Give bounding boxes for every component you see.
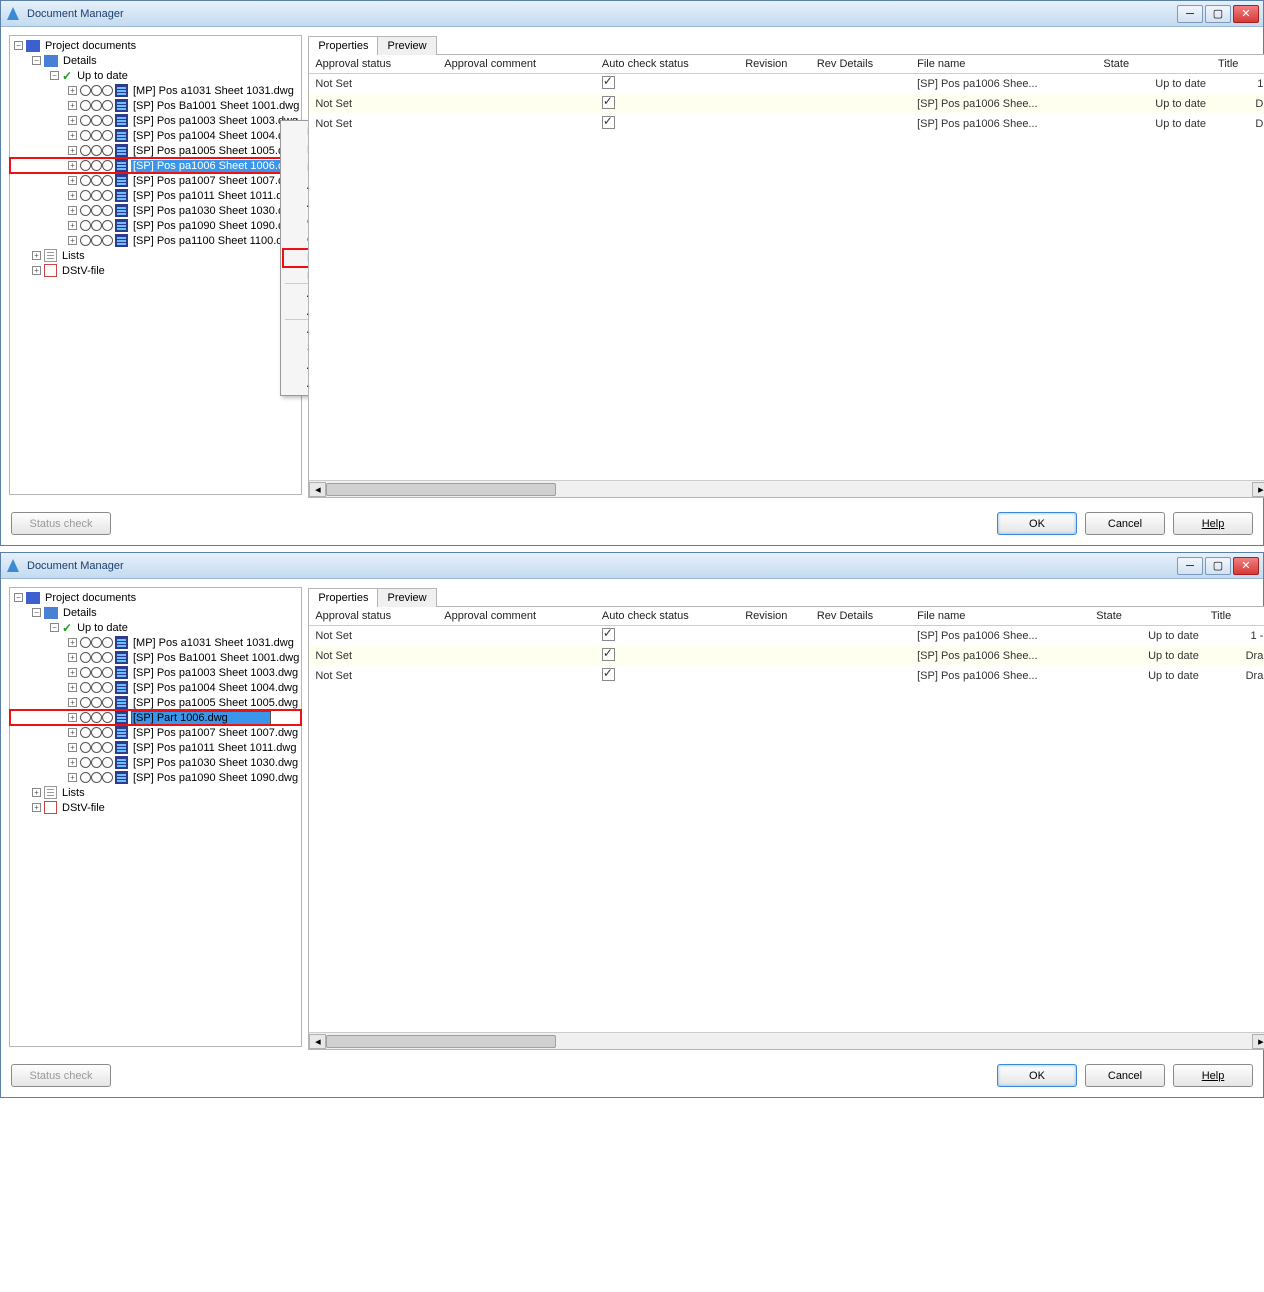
titlebar[interactable]: Document Manager ─ ▢ ✕ [1,1,1263,27]
check-icon: ✓ [62,621,72,635]
tree-root[interactable]: Project documents [43,592,138,604]
tree-item[interactable]: [SP] Pos pa1030 Sheet 1030.dwg [131,205,300,217]
tree-lists[interactable]: Lists [60,250,87,262]
grid-hscroll[interactable]: ◂▸ [309,480,1264,497]
tree-item[interactable]: [SP] Pos pa1003 Sheet 1003.dwg [131,667,300,679]
minimize-button[interactable]: ─ [1177,557,1203,575]
tree-item[interactable]: [SP] Pos pa1011 Sheet 1011.dwg [131,742,299,754]
ok-button[interactable]: OK [997,1064,1077,1087]
lists-icon [44,249,57,262]
app-icon [5,6,21,22]
table-row[interactable]: Not Set[SP] Pos pa1006 Shee...Up to date… [309,646,1264,666]
tree-item[interactable]: [SP] Pos pa1090 Sheet 1090.dwg [131,220,300,232]
tree-dstv[interactable]: DStV-file [60,265,107,277]
tree-item[interactable]: [SP] Pos Ba1001 Sheet 1001.dwg [131,652,301,664]
auto-check-box[interactable] [602,648,615,661]
dstv-icon [44,801,57,814]
tree-dstv[interactable]: DStV-file [60,802,107,814]
table-row[interactable]: Not Set[SP] Pos pa1006 Shee...Up to date… [309,626,1264,647]
tree-item[interactable]: [SP] Pos pa1007 Sheet 1007.dwg [131,727,300,739]
tree-lists[interactable]: Lists [60,787,87,799]
tab-properties[interactable]: Properties [308,588,378,607]
middle-pane: Properties Preview Approval status Appro… [308,587,1264,1050]
tab-preview[interactable]: Preview [377,36,436,55]
table-row[interactable]: Not Set[SP] Pos pa1006 Shee...Up to date… [309,114,1264,134]
tree-pane[interactable]: −Project documents −Details −✓Up to date… [9,587,302,1047]
col-approval-comment[interactable]: Approval comment [438,607,596,626]
dstv-icon [44,264,57,277]
table-row[interactable]: Not Set[SP] Pos pa1006 Shee...Up to date… [309,94,1264,114]
minimize-button[interactable]: ─ [1177,5,1203,23]
window-title: Document Manager [27,8,1177,20]
col-auto-check[interactable]: Auto check status [596,607,739,626]
app-icon [5,558,21,574]
tab-preview[interactable]: Preview [377,588,436,607]
middle-pane: Properties Preview Approval status Appro… [308,35,1264,498]
tree-item[interactable]: [SP] Pos pa1100 Sheet 1100.dwg [131,235,299,247]
col-state[interactable]: State [1090,607,1205,626]
maximize-button[interactable]: ▢ [1205,557,1231,575]
auto-check-box[interactable] [602,96,615,109]
tree-item-selected[interactable]: +[SP] Pos pa1006 Sheet 1006.dwg [10,158,301,173]
col-state[interactable]: State [1097,55,1212,74]
tree-item[interactable]: [SP] Pos pa1004 Sheet 1004.dwg [131,130,300,142]
cancel-button[interactable]: Cancel [1085,512,1165,535]
table-row[interactable]: Not Set[SP] Pos pa1006 Shee...Up to date… [309,74,1264,95]
status-check-button: Status check [11,1064,111,1087]
col-approval-comment[interactable]: Approval comment [438,55,596,74]
tree-item[interactable]: [SP] Pos Ba1001 Sheet 1001.dwg [131,100,301,112]
check-icon: ✓ [62,69,72,83]
ok-button[interactable]: OK [997,512,1077,535]
titlebar[interactable]: Document Manager ─ ▢ ✕ [1,553,1263,579]
window-title: Document Manager [27,560,1177,572]
tree-item[interactable]: [SP] Pos pa1007 Sheet 1007.dwg [131,175,300,187]
status-check-button: Status check [11,512,111,535]
col-auto-check[interactable]: Auto check status [596,55,739,74]
window-document-manager: Document Manager ─ ▢ ✕ −Project document… [0,552,1264,1098]
auto-check-box[interactable] [602,76,615,89]
tab-properties[interactable]: Properties [308,36,378,55]
col-title[interactable]: Title [1205,607,1264,626]
tree-item[interactable]: [SP] Pos pa1030 Sheet 1030.dwg [131,757,300,769]
help-button[interactable]: Help [1173,512,1253,535]
col-approval-status[interactable]: Approval status [309,55,438,74]
grid-hscroll[interactable]: ◂▸ [309,1032,1264,1049]
tree-item[interactable]: [SP] Pos pa1003 Sheet 1003.dwg [131,115,300,127]
tree-uptodate[interactable]: Up to date [75,70,130,82]
col-file-name[interactable]: File name [911,55,1097,74]
tree-uptodate[interactable]: Up to date [75,622,130,634]
col-rev-details[interactable]: Rev Details [811,607,911,626]
tree-details[interactable]: Details [61,607,99,619]
col-file-name[interactable]: File name [911,607,1090,626]
window-document-manager: Document Manager ─ ▢ ✕ −Project document… [0,0,1264,546]
tree-root[interactable]: Project documents [43,40,138,52]
auto-check-box[interactable] [602,668,615,681]
auto-check-box[interactable] [602,116,615,129]
col-title[interactable]: Title [1212,55,1264,74]
tree-item[interactable]: [SP] Pos pa1090 Sheet 1090.dwg [131,772,300,784]
auto-check-box[interactable] [602,628,615,641]
cancel-button[interactable]: Cancel [1085,1064,1165,1087]
properties-grid[interactable]: Approval status Approval comment Auto ch… [308,55,1264,498]
tree-item[interactable]: [SP] Pos pa1011 Sheet 1011.dwg [131,190,299,202]
tree-item[interactable]: [MP] Pos a1031 Sheet 1031.dwg [131,85,296,97]
col-rev-details[interactable]: Rev Details [811,55,911,74]
tree-item-editing[interactable]: +[SP] Part 1006.dwg [10,710,301,725]
help-button[interactable]: Help [1173,1064,1253,1087]
tree-item[interactable]: [MP] Pos a1031 Sheet 1031.dwg [131,637,296,649]
maximize-button[interactable]: ▢ [1205,5,1231,23]
col-approval-status[interactable]: Approval status [309,607,438,626]
table-row[interactable]: Not Set[SP] Pos pa1006 Shee...Up to date… [309,666,1264,686]
tree-pane[interactable]: −Project documents −Details −✓Up to date… [9,35,302,495]
lists-icon [44,786,57,799]
close-button[interactable]: ✕ [1233,5,1259,23]
tree-item[interactable]: [SP] Pos pa1005 Sheet 1005.dwg [131,697,300,709]
col-revision[interactable]: Revision [739,55,811,74]
properties-grid[interactable]: Approval status Approval comment Auto ch… [308,607,1264,1050]
tree-item[interactable]: [SP] Pos pa1004 Sheet 1004.dwg [131,682,300,694]
col-revision[interactable]: Revision [739,607,811,626]
close-button[interactable]: ✕ [1233,557,1259,575]
tree-item[interactable]: [SP] Pos pa1005 Sheet 1005.dwg [131,145,300,157]
tree-details[interactable]: Details [61,55,99,67]
